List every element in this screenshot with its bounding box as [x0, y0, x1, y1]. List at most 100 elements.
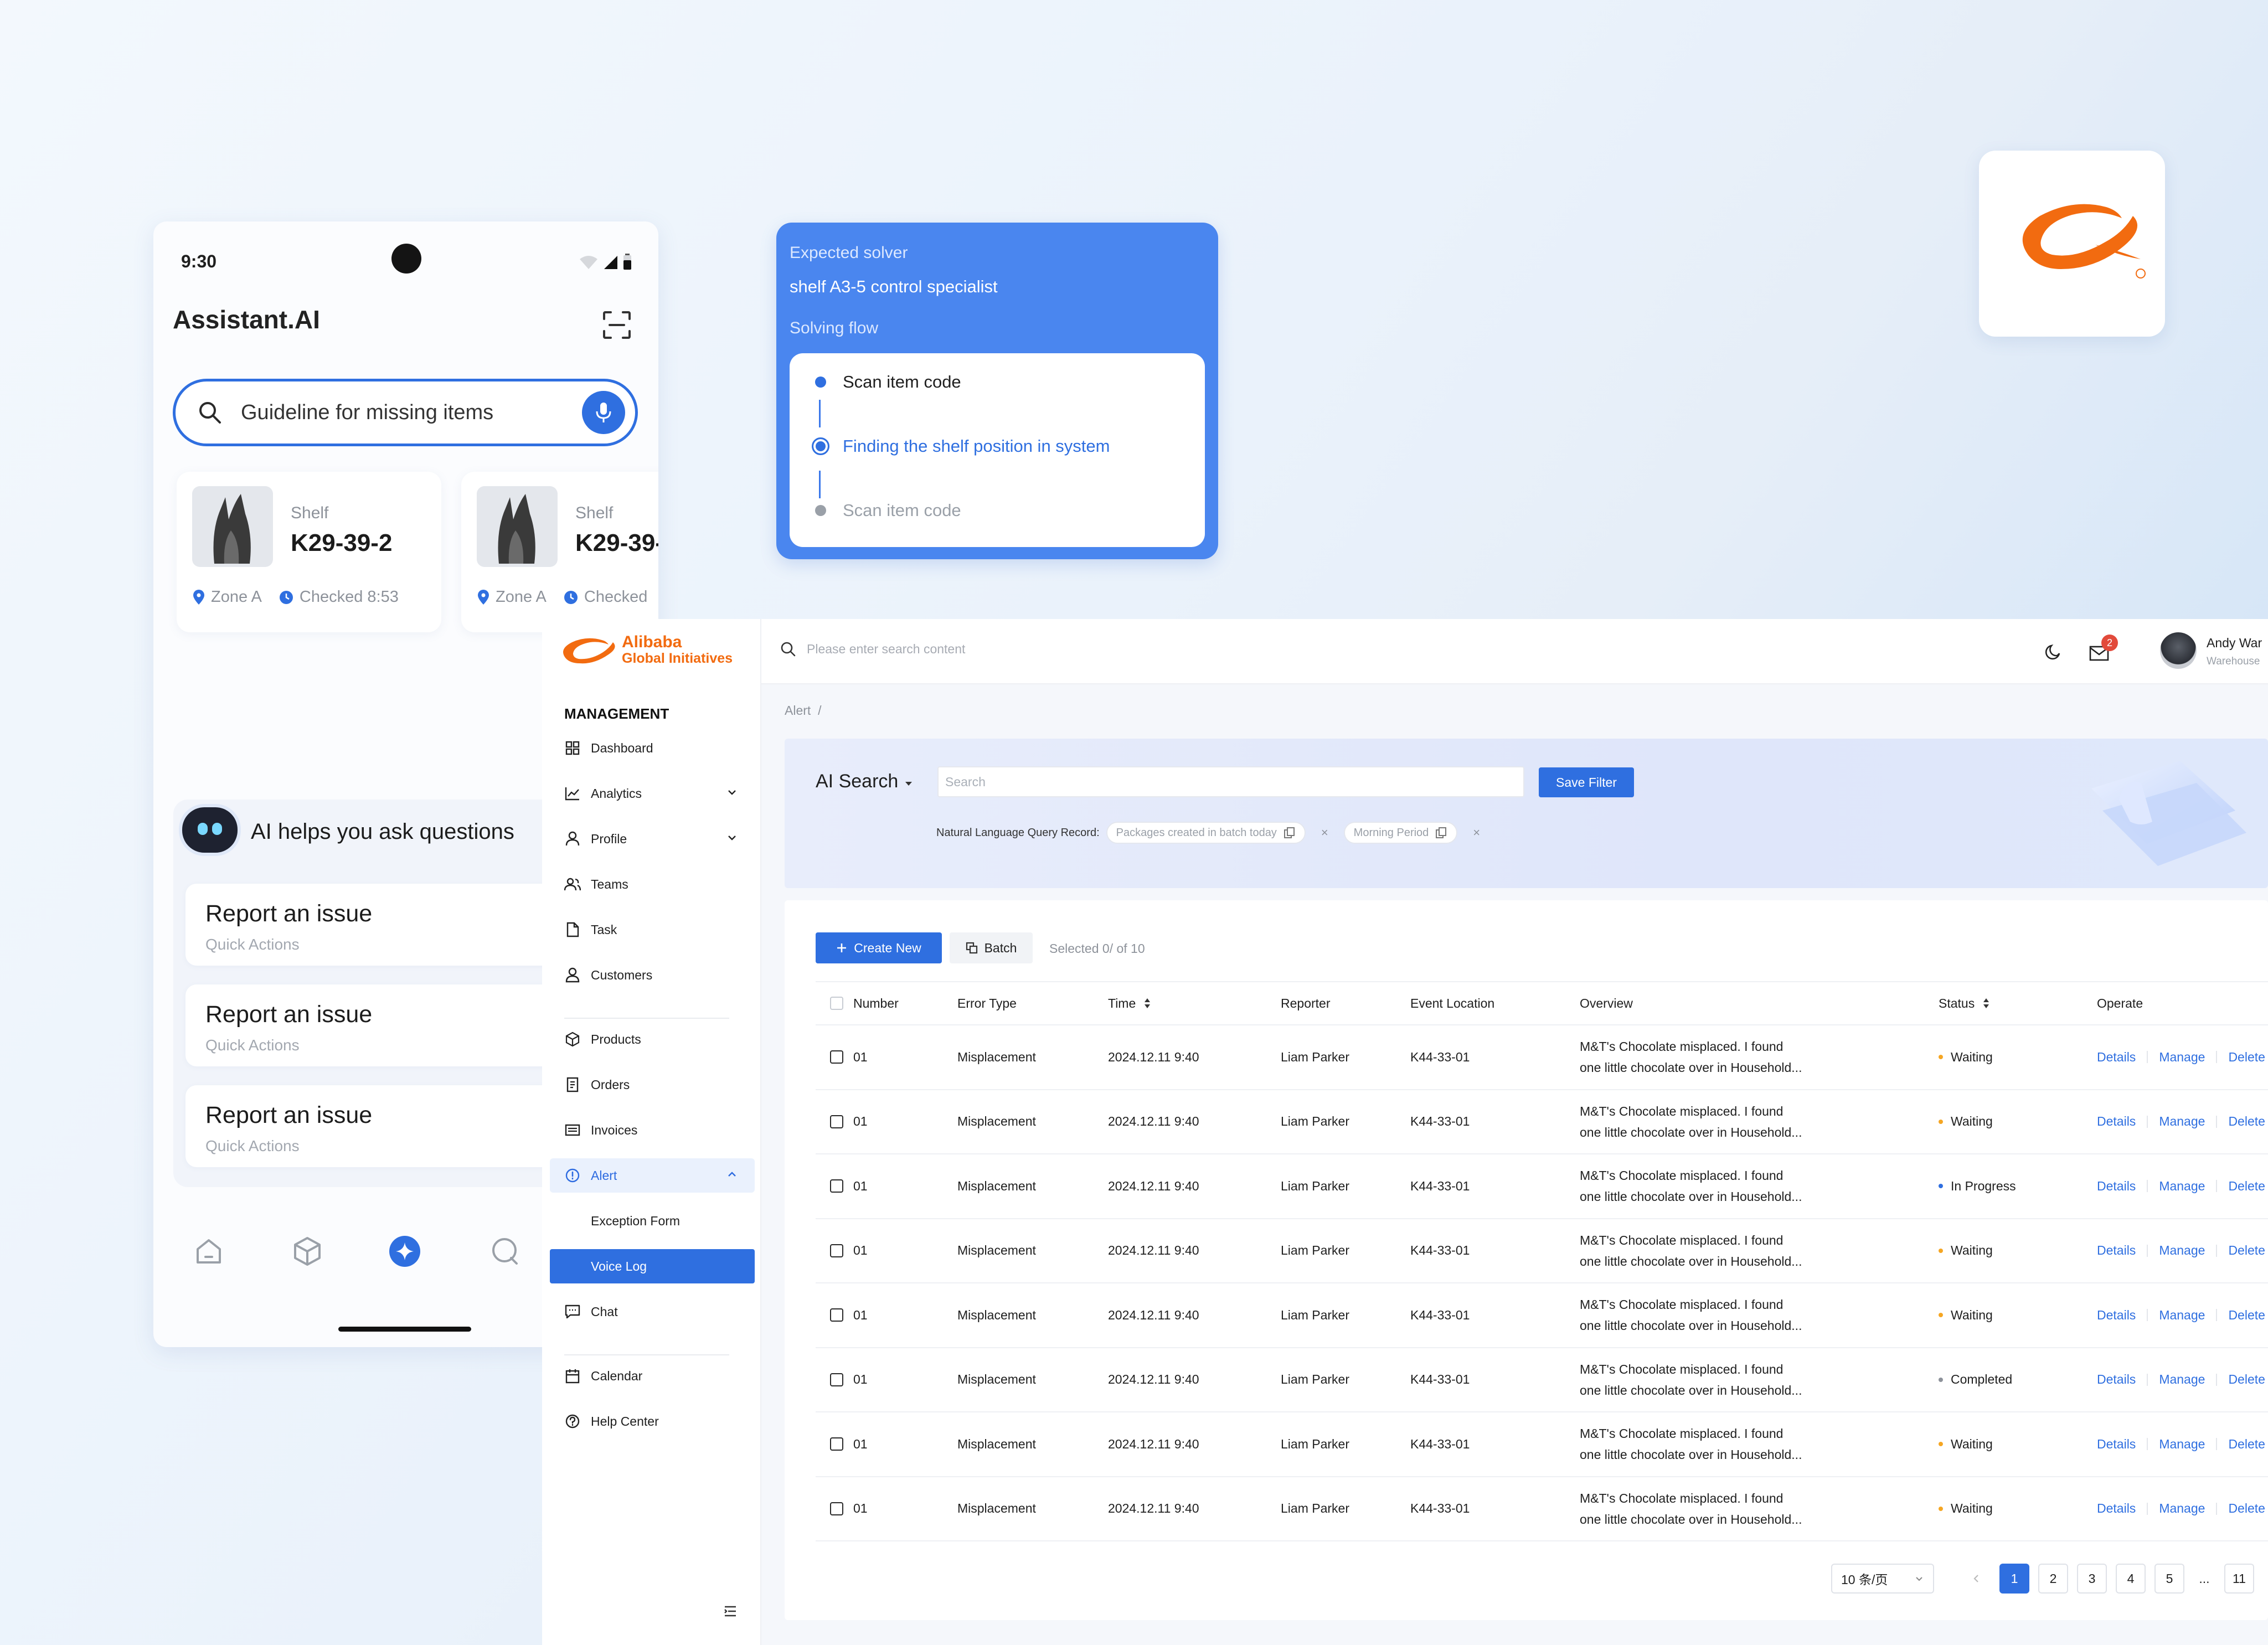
- home-icon[interactable]: [192, 1235, 225, 1268]
- sidebar-item-exception-form[interactable]: Exception Form: [550, 1204, 755, 1238]
- voice-button[interactable]: [582, 391, 625, 434]
- row-checkbox[interactable]: [830, 1437, 843, 1451]
- sidebar-item-label: Chat: [591, 1304, 618, 1319]
- row-checkbox[interactable]: [830, 1502, 843, 1515]
- manage-link[interactable]: Manage: [2159, 1114, 2205, 1129]
- assistant-search-bar[interactable]: Guideline for missing items: [173, 379, 638, 446]
- sidebar-item-orders[interactable]: Orders: [550, 1068, 755, 1102]
- page-button[interactable]: 3: [2077, 1564, 2107, 1594]
- breadcrumb-item[interactable]: Alert: [785, 703, 811, 718]
- delete-link[interactable]: Delete: [2228, 1114, 2265, 1129]
- shelf-meta: Zone A Checked: [477, 588, 647, 606]
- copy-icon[interactable]: [1435, 827, 1447, 839]
- report-issue-card[interactable]: Report an issue Quick Actions: [185, 884, 595, 966]
- batch-button[interactable]: Batch: [950, 932, 1033, 963]
- delete-link[interactable]: Delete: [2228, 1179, 2265, 1194]
- cell-operate: Details Manage Delete: [2097, 1412, 2265, 1476]
- page-size-select[interactable]: 10 条/页: [1831, 1564, 1934, 1594]
- manage-link[interactable]: Manage: [2159, 1372, 2205, 1387]
- report-issue-card[interactable]: Report an issue Quick Actions: [185, 1085, 595, 1167]
- sidebar-item-customers[interactable]: Customers: [550, 958, 755, 992]
- manage-link[interactable]: Manage: [2159, 1179, 2205, 1194]
- save-filter-button[interactable]: Save Filter: [1539, 767, 1634, 797]
- notifications-button[interactable]: 2: [2089, 635, 2118, 662]
- status-time: 9:30: [181, 251, 217, 271]
- row-checkbox[interactable]: [830, 1115, 843, 1128]
- sidebar-item-analytics[interactable]: Analytics: [550, 776, 755, 811]
- sidebar-item-alert[interactable]: Alert: [550, 1158, 755, 1193]
- report-issue-card[interactable]: Report an issue Quick Actions: [185, 984, 595, 1066]
- sidebar-item-invoices[interactable]: Invoices: [550, 1113, 755, 1147]
- page-button[interactable]: 1: [1999, 1564, 2029, 1594]
- delete-link[interactable]: Delete: [2228, 1501, 2265, 1516]
- manage-link[interactable]: Manage: [2159, 1243, 2205, 1258]
- remove-chip-icon[interactable]: ×: [1321, 826, 1328, 840]
- sidebar-item-help-center[interactable]: Help Center: [550, 1404, 755, 1438]
- moon-icon[interactable]: [2045, 642, 2063, 660]
- cell-status: Waiting: [1939, 1219, 1993, 1283]
- details-link[interactable]: Details: [2097, 1501, 2136, 1516]
- page-button[interactable]: 4: [2116, 1564, 2146, 1594]
- manage-link[interactable]: Manage: [2159, 1501, 2205, 1516]
- prev-page-icon[interactable]: [1971, 1573, 1982, 1584]
- delete-link[interactable]: Delete: [2228, 1243, 2265, 1258]
- sidebar-item-products[interactable]: Products: [550, 1022, 755, 1056]
- manage-link[interactable]: Manage: [2159, 1308, 2205, 1323]
- manage-link[interactable]: Manage: [2159, 1437, 2205, 1452]
- sidebar-item-chat[interactable]: Chat: [550, 1295, 755, 1329]
- global-search[interactable]: Please enter search content: [780, 641, 965, 657]
- search-query[interactable]: Guideline for missing items: [241, 401, 582, 425]
- delete-link[interactable]: Delete: [2228, 1308, 2265, 1323]
- brand[interactable]: Alibaba Global Initiatives: [558, 632, 733, 668]
- page-button[interactable]: 2: [2038, 1564, 2068, 1594]
- details-link[interactable]: Details: [2097, 1179, 2136, 1194]
- brand-name: Alibaba: [622, 633, 682, 651]
- sidebar-item-dashboard[interactable]: Dashboard: [550, 731, 755, 765]
- sidebar-item-label: Invoices: [591, 1122, 638, 1137]
- row-checkbox[interactable]: [830, 1373, 843, 1386]
- create-new-button[interactable]: Create New: [816, 932, 942, 963]
- row-checkbox[interactable]: [830, 1050, 843, 1064]
- details-link[interactable]: Details: [2097, 1437, 2136, 1452]
- sidebar-item-profile[interactable]: Profile: [550, 822, 755, 856]
- details-link[interactable]: Details: [2097, 1050, 2136, 1065]
- query-chip[interactable]: Morning Period: [1343, 822, 1458, 844]
- ai-search-input[interactable]: Search: [937, 766, 1524, 797]
- chat-icon[interactable]: [488, 1235, 521, 1268]
- col-status[interactable]: Status: [1939, 982, 1990, 1024]
- shelf-card[interactable]: Shelf K29-39-2 Zone A Checked 8:53: [177, 472, 441, 632]
- sidebar-item-teams[interactable]: Teams: [550, 867, 755, 901]
- step-connector: [819, 471, 821, 498]
- sidebar-item-task[interactable]: Task: [550, 912, 755, 947]
- pagination: 10 条/页 1 2 3 4 5... 11: [1831, 1564, 2254, 1594]
- row-checkbox[interactable]: [830, 1308, 843, 1322]
- ai-search-title[interactable]: AI Search: [816, 771, 914, 792]
- sidebar-item-voice-log[interactable]: Voice Log: [550, 1249, 755, 1283]
- row-checkbox[interactable]: [830, 1179, 843, 1193]
- details-link[interactable]: Details: [2097, 1372, 2136, 1387]
- shelf-card[interactable]: Shelf K29-39- Zone A Checked: [461, 472, 658, 632]
- col-time[interactable]: Time: [1108, 982, 1151, 1024]
- scan-icon[interactable]: [602, 310, 632, 340]
- details-link[interactable]: Details: [2097, 1308, 2136, 1323]
- global-search-input[interactable]: Please enter search content: [807, 642, 965, 657]
- manage-link[interactable]: Manage: [2159, 1050, 2205, 1065]
- delete-link[interactable]: Delete: [2228, 1372, 2265, 1387]
- microphone-icon: [596, 403, 611, 422]
- page-button[interactable]: 5: [2154, 1564, 2184, 1594]
- row-checkbox[interactable]: [830, 1244, 843, 1257]
- sparkle-icon[interactable]: [388, 1235, 421, 1268]
- query-chip[interactable]: Packages created in batch today: [1106, 822, 1306, 844]
- box-icon[interactable]: [291, 1235, 324, 1268]
- remove-chip-icon[interactable]: ×: [1473, 826, 1480, 840]
- delete-link[interactable]: Delete: [2228, 1437, 2265, 1452]
- delete-link[interactable]: Delete: [2228, 1050, 2265, 1065]
- select-all-checkbox[interactable]: [830, 997, 843, 1010]
- collapse-menu-icon[interactable]: [723, 1605, 738, 1618]
- page-button[interactable]: 11: [2224, 1564, 2254, 1594]
- details-link[interactable]: Details: [2097, 1243, 2136, 1258]
- details-link[interactable]: Details: [2097, 1114, 2136, 1129]
- copy-icon[interactable]: [1284, 827, 1296, 839]
- sidebar-item-calendar[interactable]: Calendar: [550, 1359, 755, 1393]
- avatar[interactable]: [2160, 632, 2197, 669]
